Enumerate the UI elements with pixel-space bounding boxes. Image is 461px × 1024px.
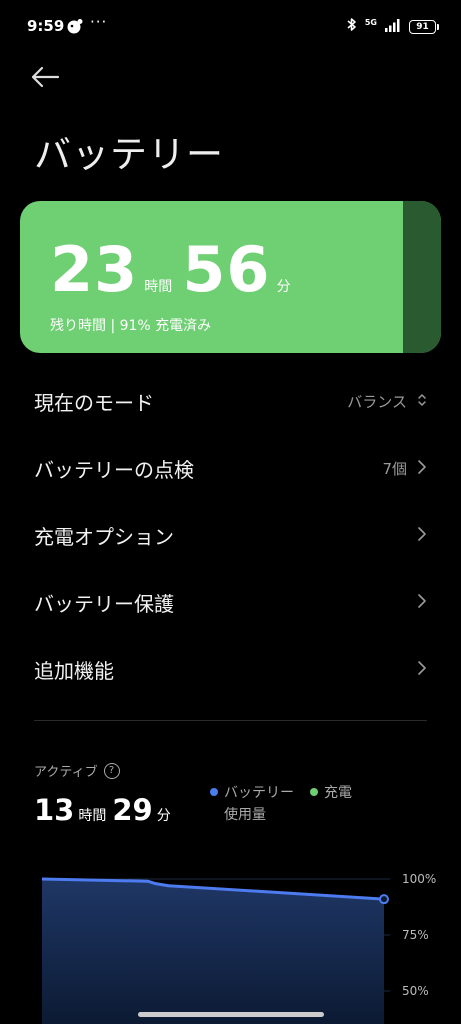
legend-text-usage: バッテリー 使用量 <box>224 782 294 826</box>
list-item-battery-protection[interactable]: バッテリー保護 <box>0 569 461 636</box>
legend-dot-charge <box>310 788 318 796</box>
legend-text-charge: 充電 <box>324 785 352 801</box>
list-item-right <box>417 526 427 546</box>
status-bar: 9:59 ··· 5G 91 <box>0 0 461 56</box>
chevron-right-icon <box>417 660 427 680</box>
chart-usage-area <box>42 879 384 1024</box>
chart-ytick-label: 50% <box>402 984 429 998</box>
list-item-label: 充電オプション <box>34 525 174 549</box>
list-item-value: 7個 <box>382 460 407 478</box>
chart-ytick-label: 100% <box>402 872 436 886</box>
hours-unit: 時間 <box>144 279 173 295</box>
battery-empty-portion <box>403 201 441 353</box>
list-item-value: バランス <box>347 393 407 411</box>
active-time: 13 時間 29 分 <box>34 793 177 827</box>
settings-list: 現在のモード バランス バッテリーの点検 7個 充電オプション バッテリー保護 <box>0 368 461 703</box>
back-arrow-icon <box>30 66 60 92</box>
active-hours: 13 <box>34 793 75 827</box>
bluetooth-icon <box>347 17 357 36</box>
active-hours-unit: 時間 <box>78 808 107 824</box>
list-item-label: 現在のモード <box>34 391 154 415</box>
chart-ytick-label: 75% <box>402 928 429 942</box>
remaining-minutes: 56 <box>182 233 271 306</box>
active-minutes: 29 <box>112 793 153 827</box>
chevron-right-icon <box>417 459 427 479</box>
signal-icon <box>385 17 401 36</box>
legend-battery-usage[interactable]: バッテリー 使用量 <box>210 782 294 826</box>
chevron-right-icon <box>417 526 427 546</box>
minutes-unit: 分 <box>276 279 291 295</box>
list-item-right: 7個 <box>382 458 427 479</box>
list-item-charging-options[interactable]: 充電オプション <box>0 502 461 569</box>
chart-legend: バッテリー 使用量 充電 <box>210 782 352 826</box>
list-item-current-mode[interactable]: 現在のモード バランス <box>0 368 461 435</box>
legend-dot-usage <box>210 788 218 796</box>
network-type: 5G <box>364 17 377 27</box>
help-icon[interactable]: ? <box>103 762 120 779</box>
legend-charging[interactable]: 充電 <box>310 782 352 826</box>
updown-icon <box>417 392 427 412</box>
list-item-label: バッテリー保護 <box>34 592 174 616</box>
legend-usage-line2: 使用量 <box>224 807 266 823</box>
chart-svg: 100% 75% 50% <box>41 872 436 1024</box>
list-item-right: バランス <box>347 391 427 412</box>
status-time: 9:59 <box>27 17 65 35</box>
remaining-hours: 23 <box>50 233 139 306</box>
battery-level-badge: 91 <box>409 19 439 34</box>
app-notification-icon <box>66 18 84 38</box>
home-indicator[interactable] <box>138 1012 324 1017</box>
list-item-right <box>417 593 427 613</box>
more-notifications-icon: ··· <box>90 13 108 31</box>
list-item-right <box>417 660 427 680</box>
battery-subtitle: 残り時間 | 91% 充電済み <box>50 318 212 334</box>
list-item-additional-features[interactable]: 追加機能 <box>0 636 461 703</box>
chart-current-point <box>379 894 389 905</box>
remaining-time: 23 時間 56 分 <box>50 239 301 301</box>
active-minutes-unit: 分 <box>156 808 171 824</box>
list-item-battery-check[interactable]: バッテリーの点検 7個 <box>0 435 461 502</box>
list-item-label: バッテリーの点検 <box>34 458 194 482</box>
active-label-text: アクティブ <box>34 765 98 780</box>
battery-usage-chart[interactable]: 100% 75% 50% <box>0 860 461 1024</box>
page-title: バッテリー <box>34 133 224 176</box>
active-label: アクティブ ? <box>34 761 120 780</box>
status-right-group: 5G 91 <box>347 17 439 36</box>
battery-status-card[interactable]: 23 時間 56 分 残り時間 | 91% 充電済み <box>20 201 441 353</box>
chevron-right-icon <box>417 593 427 613</box>
section-divider <box>34 720 427 721</box>
list-item-label: 追加機能 <box>34 659 114 683</box>
legend-usage-line1: バッテリー <box>224 785 294 801</box>
back-button[interactable] <box>30 63 66 95</box>
